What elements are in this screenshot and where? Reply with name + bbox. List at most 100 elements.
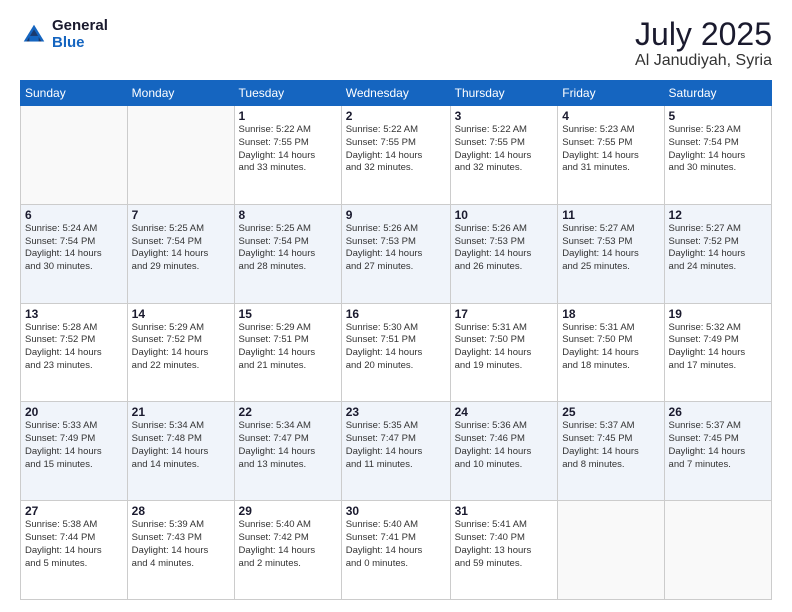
- table-row: [21, 106, 128, 205]
- table-row: 11Sunrise: 5:27 AM Sunset: 7:53 PM Dayli…: [558, 204, 664, 303]
- day-number: 28: [132, 504, 230, 518]
- table-row: 13Sunrise: 5:28 AM Sunset: 7:52 PM Dayli…: [21, 303, 128, 402]
- logo-blue: Blue: [52, 35, 108, 52]
- table-row: 4Sunrise: 5:23 AM Sunset: 7:55 PM Daylig…: [558, 106, 664, 205]
- day-number: 11: [562, 208, 659, 222]
- logo-text: General Blue: [52, 18, 108, 51]
- cell-info: Sunrise: 5:24 AM Sunset: 7:54 PM Dayligh…: [25, 223, 123, 274]
- cell-info: Sunrise: 5:22 AM Sunset: 7:55 PM Dayligh…: [455, 124, 554, 175]
- cell-info: Sunrise: 5:37 AM Sunset: 7:45 PM Dayligh…: [669, 420, 767, 471]
- table-row: [127, 106, 234, 205]
- header-thursday: Thursday: [450, 81, 558, 106]
- title-block: July 2025 Al Janudiyah, Syria: [635, 18, 772, 70]
- table-row: 31Sunrise: 5:41 AM Sunset: 7:40 PM Dayli…: [450, 501, 558, 600]
- table-row: 22Sunrise: 5:34 AM Sunset: 7:47 PM Dayli…: [234, 402, 341, 501]
- logo-general: General: [52, 18, 108, 35]
- table-row: 25Sunrise: 5:37 AM Sunset: 7:45 PM Dayli…: [558, 402, 664, 501]
- table-row: 14Sunrise: 5:29 AM Sunset: 7:52 PM Dayli…: [127, 303, 234, 402]
- header-wednesday: Wednesday: [341, 81, 450, 106]
- header-saturday: Saturday: [664, 81, 771, 106]
- table-row: 30Sunrise: 5:40 AM Sunset: 7:41 PM Dayli…: [341, 501, 450, 600]
- day-number: 2: [346, 109, 446, 123]
- header-tuesday: Tuesday: [234, 81, 341, 106]
- table-row: 27Sunrise: 5:38 AM Sunset: 7:44 PM Dayli…: [21, 501, 128, 600]
- calendar-page: General Blue July 2025 Al Janudiyah, Syr…: [0, 0, 792, 612]
- table-row: [558, 501, 664, 600]
- calendar-week-row: 27Sunrise: 5:38 AM Sunset: 7:44 PM Dayli…: [21, 501, 772, 600]
- day-number: 6: [25, 208, 123, 222]
- day-number: 27: [25, 504, 123, 518]
- day-number: 3: [455, 109, 554, 123]
- day-number: 17: [455, 307, 554, 321]
- calendar-week-row: 20Sunrise: 5:33 AM Sunset: 7:49 PM Dayli…: [21, 402, 772, 501]
- calendar-week-row: 6Sunrise: 5:24 AM Sunset: 7:54 PM Daylig…: [21, 204, 772, 303]
- table-row: 18Sunrise: 5:31 AM Sunset: 7:50 PM Dayli…: [558, 303, 664, 402]
- header-sunday: Sunday: [21, 81, 128, 106]
- cell-info: Sunrise: 5:23 AM Sunset: 7:54 PM Dayligh…: [669, 124, 767, 175]
- day-number: 12: [669, 208, 767, 222]
- table-row: 8Sunrise: 5:25 AM Sunset: 7:54 PM Daylig…: [234, 204, 341, 303]
- table-row: 5Sunrise: 5:23 AM Sunset: 7:54 PM Daylig…: [664, 106, 771, 205]
- day-number: 29: [239, 504, 337, 518]
- cell-info: Sunrise: 5:22 AM Sunset: 7:55 PM Dayligh…: [239, 124, 337, 175]
- cell-info: Sunrise: 5:25 AM Sunset: 7:54 PM Dayligh…: [132, 223, 230, 274]
- table-row: 16Sunrise: 5:30 AM Sunset: 7:51 PM Dayli…: [341, 303, 450, 402]
- weekday-header-row: Sunday Monday Tuesday Wednesday Thursday…: [21, 81, 772, 106]
- cell-info: Sunrise: 5:31 AM Sunset: 7:50 PM Dayligh…: [455, 322, 554, 373]
- table-row: 28Sunrise: 5:39 AM Sunset: 7:43 PM Dayli…: [127, 501, 234, 600]
- location: Al Janudiyah, Syria: [635, 52, 772, 70]
- cell-info: Sunrise: 5:23 AM Sunset: 7:55 PM Dayligh…: [562, 124, 659, 175]
- logo-icon: [20, 21, 48, 49]
- cell-info: Sunrise: 5:35 AM Sunset: 7:47 PM Dayligh…: [346, 420, 446, 471]
- cell-info: Sunrise: 5:29 AM Sunset: 7:51 PM Dayligh…: [239, 322, 337, 373]
- table-row: 12Sunrise: 5:27 AM Sunset: 7:52 PM Dayli…: [664, 204, 771, 303]
- day-number: 25: [562, 405, 659, 419]
- table-row: 26Sunrise: 5:37 AM Sunset: 7:45 PM Dayli…: [664, 402, 771, 501]
- cell-info: Sunrise: 5:25 AM Sunset: 7:54 PM Dayligh…: [239, 223, 337, 274]
- cell-info: Sunrise: 5:37 AM Sunset: 7:45 PM Dayligh…: [562, 420, 659, 471]
- day-number: 15: [239, 307, 337, 321]
- table-row: 24Sunrise: 5:36 AM Sunset: 7:46 PM Dayli…: [450, 402, 558, 501]
- cell-info: Sunrise: 5:34 AM Sunset: 7:47 PM Dayligh…: [239, 420, 337, 471]
- table-row: 20Sunrise: 5:33 AM Sunset: 7:49 PM Dayli…: [21, 402, 128, 501]
- cell-info: Sunrise: 5:29 AM Sunset: 7:52 PM Dayligh…: [132, 322, 230, 373]
- table-row: 7Sunrise: 5:25 AM Sunset: 7:54 PM Daylig…: [127, 204, 234, 303]
- cell-info: Sunrise: 5:22 AM Sunset: 7:55 PM Dayligh…: [346, 124, 446, 175]
- cell-info: Sunrise: 5:32 AM Sunset: 7:49 PM Dayligh…: [669, 322, 767, 373]
- table-row: 17Sunrise: 5:31 AM Sunset: 7:50 PM Dayli…: [450, 303, 558, 402]
- cell-info: Sunrise: 5:40 AM Sunset: 7:41 PM Dayligh…: [346, 519, 446, 570]
- table-row: 10Sunrise: 5:26 AM Sunset: 7:53 PM Dayli…: [450, 204, 558, 303]
- calendar-week-row: 1Sunrise: 5:22 AM Sunset: 7:55 PM Daylig…: [21, 106, 772, 205]
- day-number: 21: [132, 405, 230, 419]
- table-row: 3Sunrise: 5:22 AM Sunset: 7:55 PM Daylig…: [450, 106, 558, 205]
- day-number: 23: [346, 405, 446, 419]
- day-number: 9: [346, 208, 446, 222]
- cell-info: Sunrise: 5:36 AM Sunset: 7:46 PM Dayligh…: [455, 420, 554, 471]
- cell-info: Sunrise: 5:41 AM Sunset: 7:40 PM Dayligh…: [455, 519, 554, 570]
- table-row: 9Sunrise: 5:26 AM Sunset: 7:53 PM Daylig…: [341, 204, 450, 303]
- day-number: 5: [669, 109, 767, 123]
- table-row: 6Sunrise: 5:24 AM Sunset: 7:54 PM Daylig…: [21, 204, 128, 303]
- table-row: 21Sunrise: 5:34 AM Sunset: 7:48 PM Dayli…: [127, 402, 234, 501]
- day-number: 10: [455, 208, 554, 222]
- day-number: 31: [455, 504, 554, 518]
- calendar-week-row: 13Sunrise: 5:28 AM Sunset: 7:52 PM Dayli…: [21, 303, 772, 402]
- header-friday: Friday: [558, 81, 664, 106]
- cell-info: Sunrise: 5:28 AM Sunset: 7:52 PM Dayligh…: [25, 322, 123, 373]
- cell-info: Sunrise: 5:26 AM Sunset: 7:53 PM Dayligh…: [455, 223, 554, 274]
- table-row: 23Sunrise: 5:35 AM Sunset: 7:47 PM Dayli…: [341, 402, 450, 501]
- day-number: 18: [562, 307, 659, 321]
- cell-info: Sunrise: 5:27 AM Sunset: 7:53 PM Dayligh…: [562, 223, 659, 274]
- cell-info: Sunrise: 5:30 AM Sunset: 7:51 PM Dayligh…: [346, 322, 446, 373]
- day-number: 8: [239, 208, 337, 222]
- cell-info: Sunrise: 5:27 AM Sunset: 7:52 PM Dayligh…: [669, 223, 767, 274]
- cell-info: Sunrise: 5:31 AM Sunset: 7:50 PM Dayligh…: [562, 322, 659, 373]
- cell-info: Sunrise: 5:40 AM Sunset: 7:42 PM Dayligh…: [239, 519, 337, 570]
- day-number: 24: [455, 405, 554, 419]
- day-number: 20: [25, 405, 123, 419]
- cell-info: Sunrise: 5:34 AM Sunset: 7:48 PM Dayligh…: [132, 420, 230, 471]
- cell-info: Sunrise: 5:26 AM Sunset: 7:53 PM Dayligh…: [346, 223, 446, 274]
- header-monday: Monday: [127, 81, 234, 106]
- day-number: 16: [346, 307, 446, 321]
- table-row: 2Sunrise: 5:22 AM Sunset: 7:55 PM Daylig…: [341, 106, 450, 205]
